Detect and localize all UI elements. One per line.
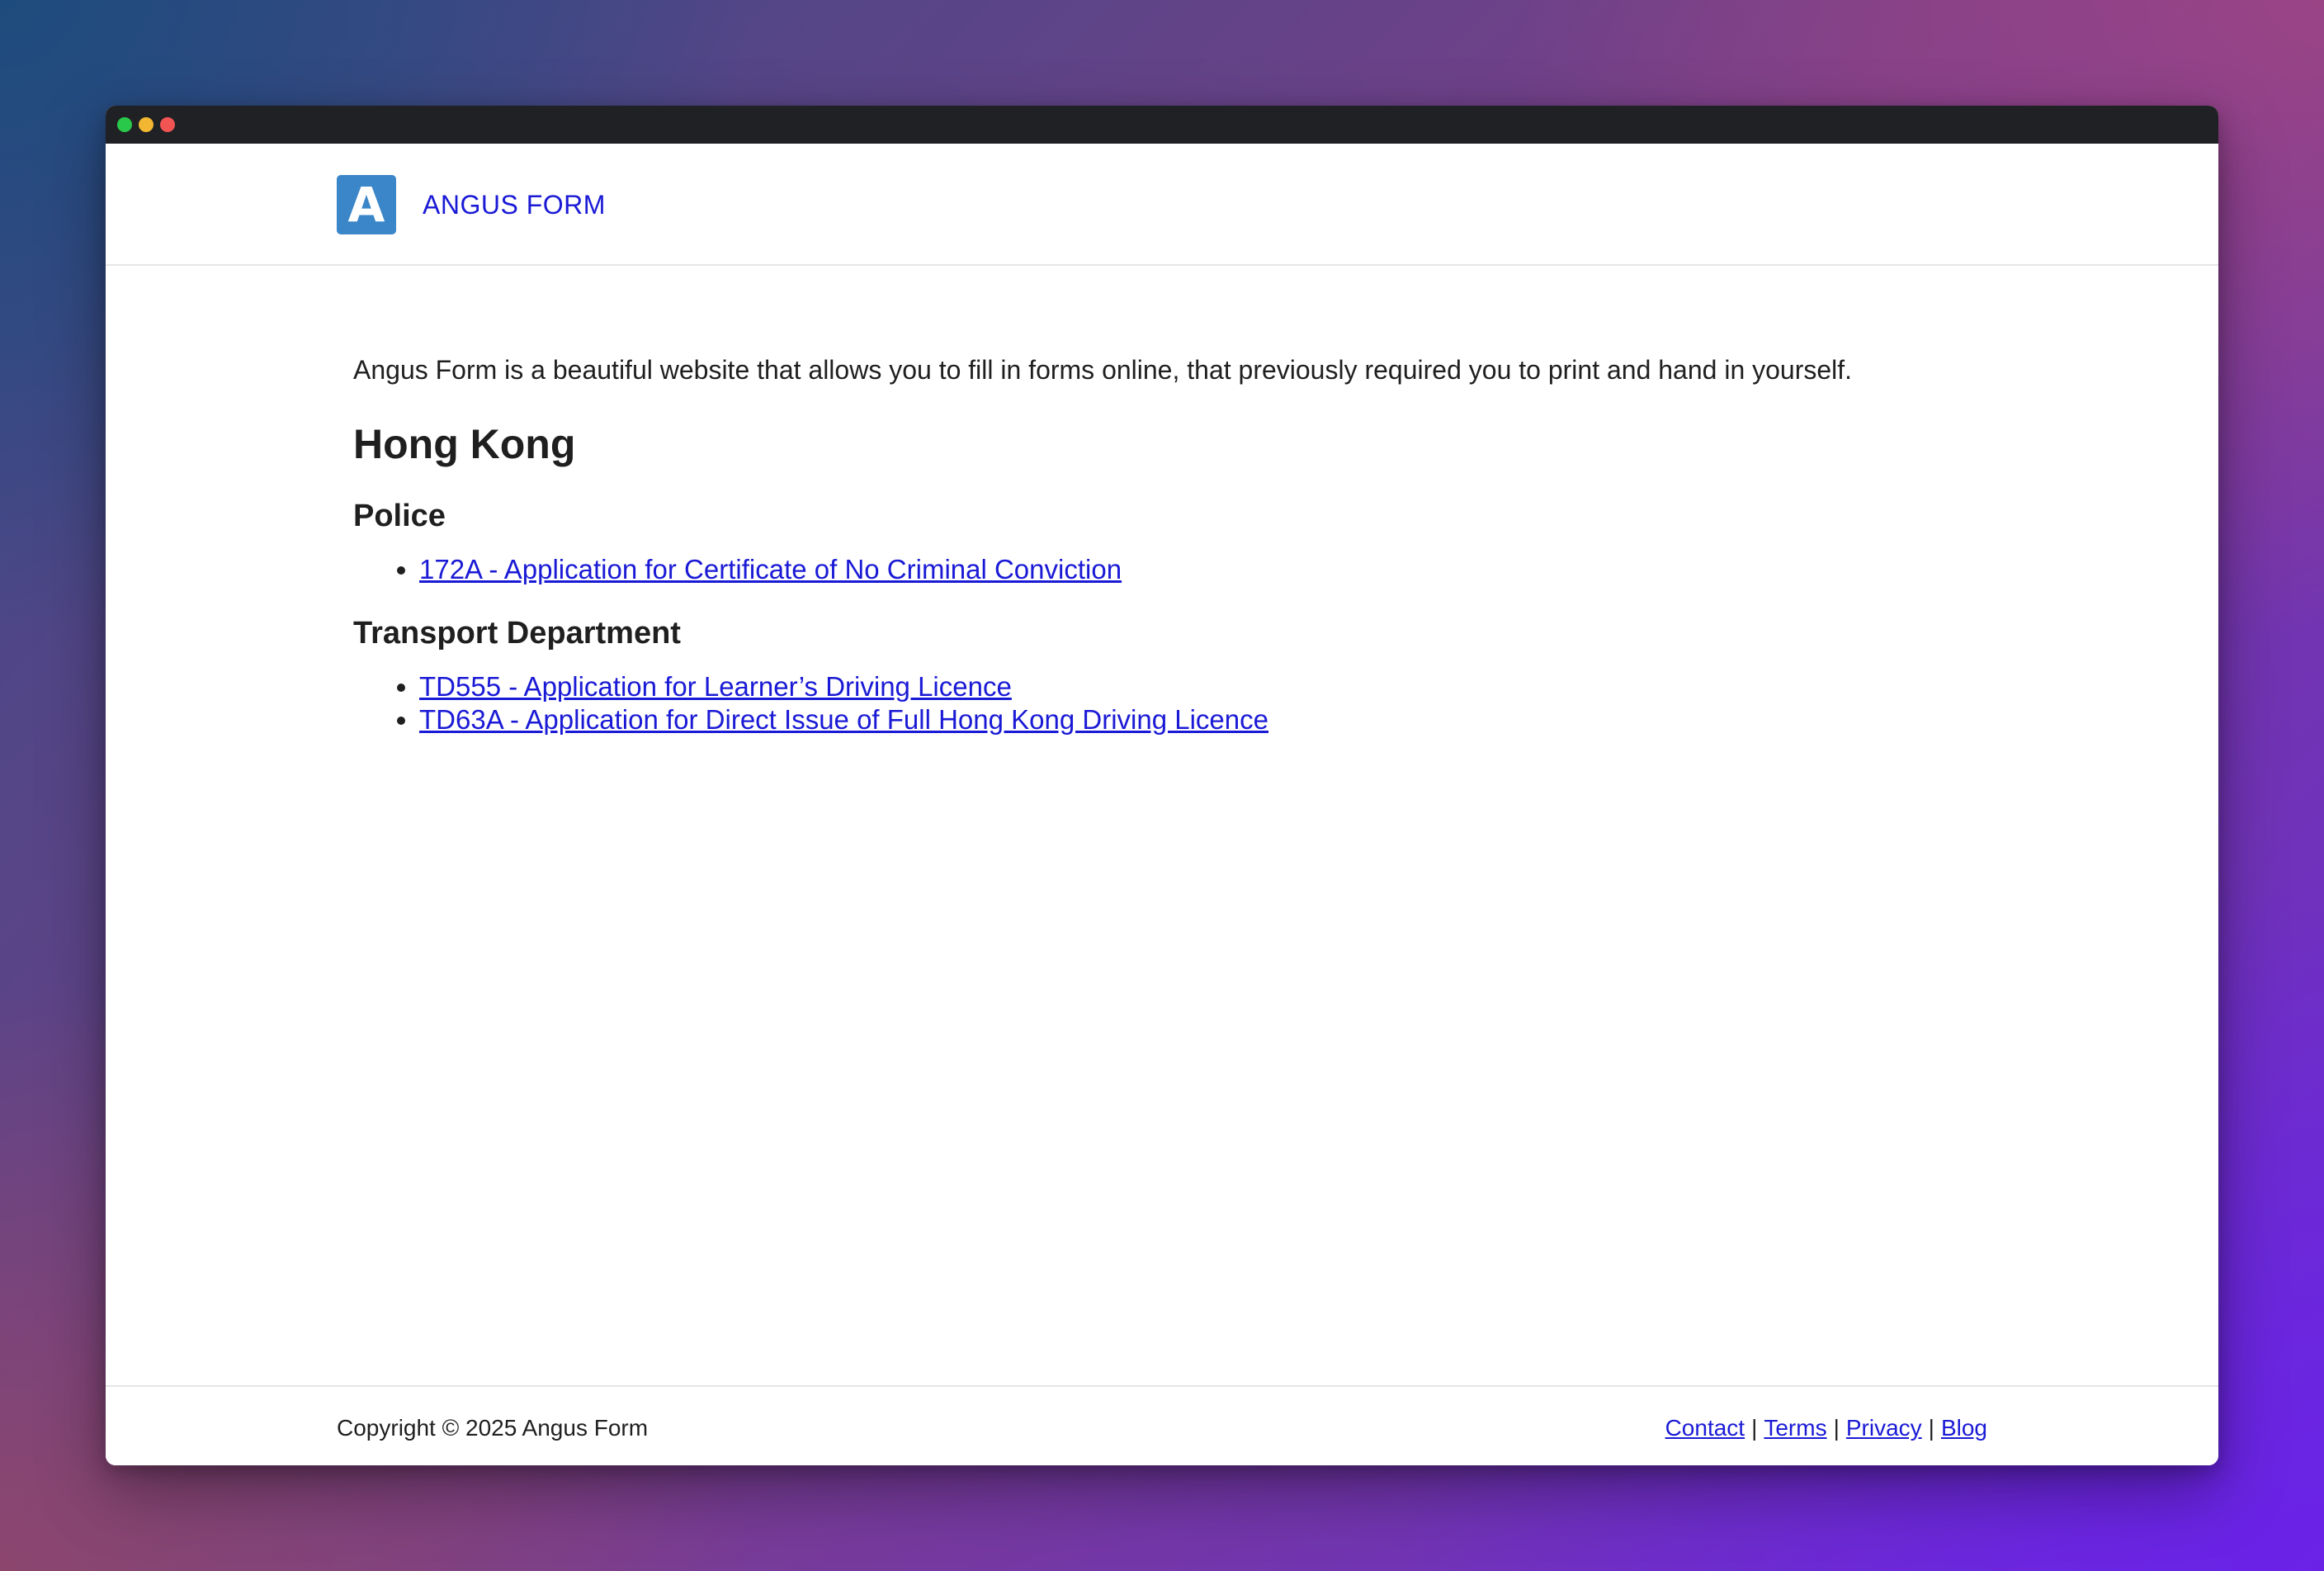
- browser-window: A ANGUS FORM Angus Form is a beautiful w…: [106, 106, 2218, 1465]
- region-title: Hong Kong: [353, 421, 576, 467]
- footer-separator: |: [1928, 1415, 1934, 1441]
- copyright-text: Copyright © 2025 Angus Form: [337, 1415, 649, 1441]
- window-titlebar: [106, 106, 2218, 144]
- footer-separator: |: [1833, 1415, 1840, 1441]
- form-link-td555[interactable]: TD555 - Application for Learner’s Drivin…: [419, 671, 1012, 702]
- department-heading-transport: Transport Department: [353, 616, 681, 651]
- logo-icon[interactable]: A: [337, 175, 396, 234]
- footer-link-privacy[interactable]: Privacy: [1846, 1415, 1922, 1441]
- footer-link-terms[interactable]: Terms: [1764, 1415, 1826, 1441]
- list-item: 172A - Application for Certificate of No…: [419, 553, 2086, 586]
- footer-link-contact[interactable]: Contact: [1665, 1415, 1745, 1441]
- logo-letter: A: [347, 177, 385, 233]
- window-close-dot[interactable]: [160, 117, 175, 132]
- brand-link[interactable]: ANGUS FORM: [423, 190, 606, 220]
- site-header: A ANGUS FORM: [106, 144, 2218, 266]
- form-list-police: 172A - Application for Certificate of No…: [353, 553, 2086, 586]
- form-link-172a[interactable]: 172A - Application for Certificate of No…: [419, 554, 1122, 584]
- form-list-transport: TD555 - Application for Learner’s Drivin…: [353, 670, 2086, 736]
- list-item: TD555 - Application for Learner’s Drivin…: [419, 670, 2086, 703]
- main-content: Angus Form is a beautiful website that a…: [353, 353, 2086, 736]
- window-zoom-dot[interactable]: [117, 117, 132, 132]
- footer-link-blog[interactable]: Blog: [1941, 1415, 1987, 1441]
- list-item: TD63A - Application for Direct Issue of …: [419, 703, 2086, 736]
- department-heading-police: Police: [353, 499, 446, 533]
- window-minimize-dot[interactable]: [139, 117, 154, 132]
- footer-links: Contact | Terms | Privacy | Blog: [1665, 1415, 1987, 1441]
- footer-separator: |: [1751, 1415, 1758, 1441]
- site-footer: Copyright © 2025 Angus Form Contact | Term…: [106, 1385, 2218, 1465]
- form-link-td63a[interactable]: TD63A - Application for Direct Issue of …: [419, 704, 1268, 735]
- intro-text: Angus Form is a beautiful website that a…: [353, 355, 1853, 385]
